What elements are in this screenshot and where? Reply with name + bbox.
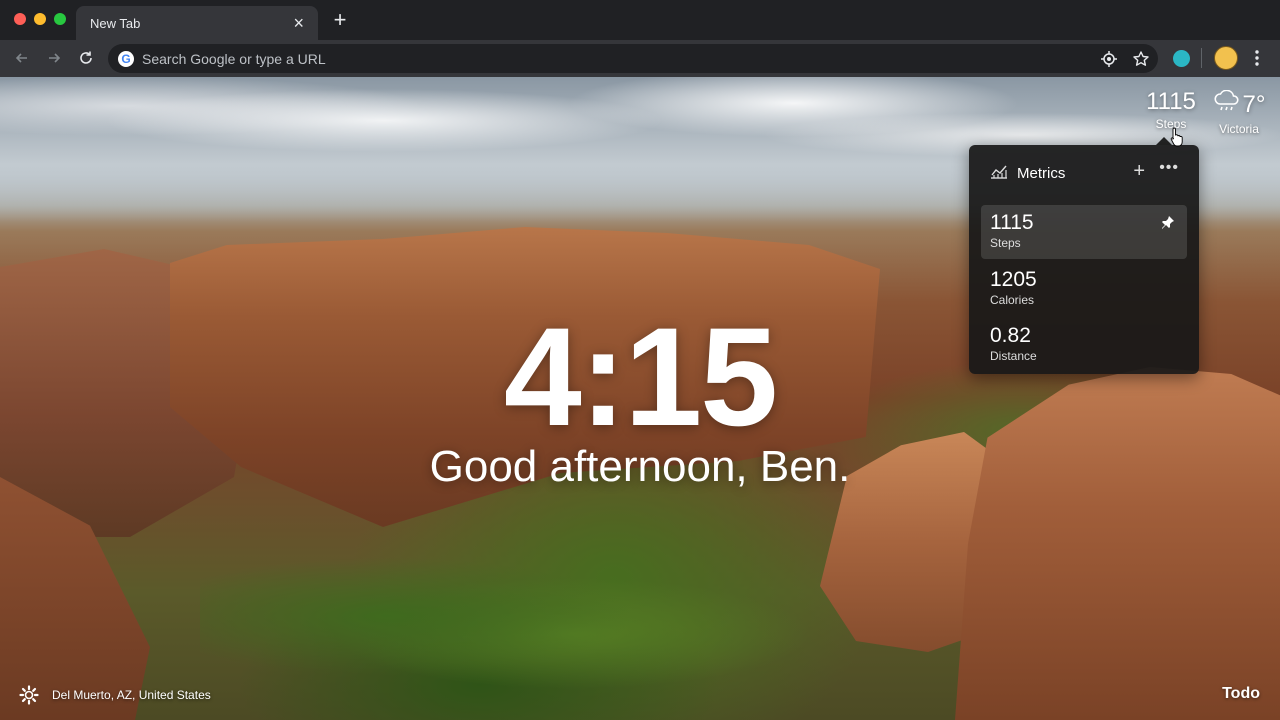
weather-widget[interactable]: 7° Victoria [1206,89,1272,136]
metric-row-steps[interactable]: 1115 Steps [981,205,1187,259]
bottom-bar: Del Muerto, AZ, United States Todo [0,670,1280,720]
metric-label: Distance [990,349,1037,364]
metrics-panel: Metrics + ••• 1115 Steps 1205 Calories 0… [969,145,1199,374]
metric-value: 1205 [990,268,1037,291]
profile-avatar[interactable] [1214,46,1238,70]
tab-title: New Tab [90,15,141,31]
pointer-cursor-icon [1170,127,1184,147]
rain-cloud-icon [1213,89,1241,119]
pin-icon[interactable] [1161,215,1175,229]
weather-location: Victoria [1219,122,1259,136]
todo-button[interactable]: Todo [1222,685,1260,703]
browser-toolbar: G Search Google or type a URL [0,40,1280,77]
tab-new-tab[interactable]: New Tab × [76,6,318,40]
plus-icon[interactable]: + [330,9,350,31]
forward-arrow-icon[interactable] [44,48,64,68]
photo-location-caption[interactable]: Del Muerto, AZ, United States [52,688,211,702]
new-tab-page: 4:15 Good afternoon, Ben. 1115 Steps 7° … [0,77,1280,720]
back-arrow-icon[interactable] [12,48,32,68]
steps-value: 1115 [1146,88,1196,115]
star-icon[interactable] [1132,50,1150,68]
reload-icon[interactable] [76,48,96,68]
toolbar-divider [1201,48,1202,68]
metric-label: Steps [990,236,1021,251]
gear-icon[interactable] [19,685,39,705]
google-icon: G [118,51,134,67]
chart-line-icon [989,162,1009,185]
weather-temperature: 7° [1242,90,1266,118]
tab-strip: New Tab × + [0,0,1280,40]
greeting: Good afternoon, Ben. [429,442,851,491]
metric-value: 0.82 [990,324,1031,347]
omnibox-placeholder: Search Google or type a URL [142,51,326,67]
extension-icon[interactable] [1173,50,1190,67]
metric-value: 1115 [990,211,1034,234]
metrics-title: Metrics [1017,164,1066,182]
metric-row-distance[interactable]: 0.82 Distance [981,318,1187,372]
metrics-header: Metrics + ••• [989,159,1183,185]
maximize-window-button[interactable] [54,13,66,25]
minimize-window-button[interactable] [34,13,46,25]
metric-row-calories[interactable]: 1205 Calories [981,262,1187,316]
metric-label: Calories [990,293,1035,308]
close-window-button[interactable] [14,13,26,25]
add-metric-button[interactable]: + [1133,161,1145,181]
more-options-icon[interactable]: ••• [1159,159,1179,177]
location-target-icon[interactable] [1100,50,1118,68]
menu-kebab-icon[interactable] [1250,48,1264,68]
close-icon[interactable]: × [293,14,304,32]
steps-widget[interactable]: 1115 Steps [1136,88,1206,132]
omnibox[interactable]: G Search Google or type a URL [108,44,1158,73]
